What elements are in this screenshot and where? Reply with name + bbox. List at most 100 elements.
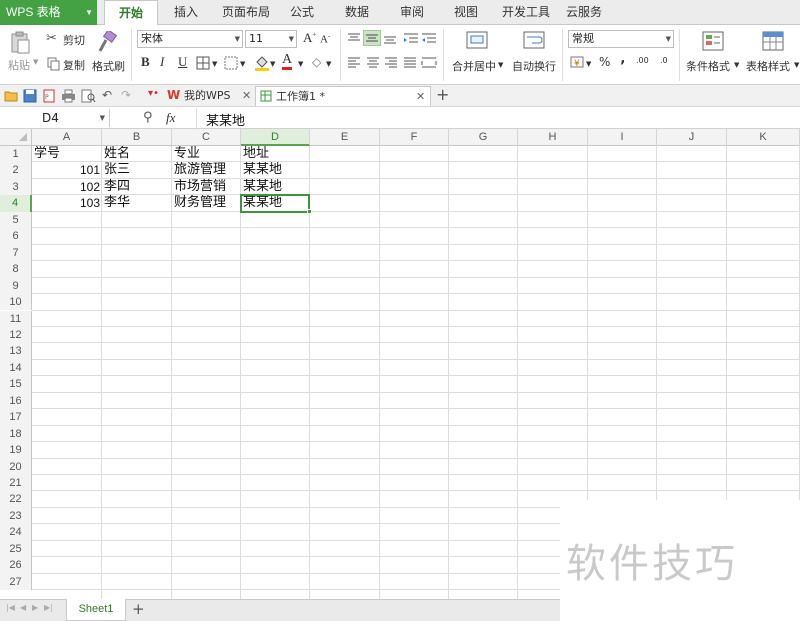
row-header-13[interactable]: 13: [0, 343, 32, 360]
distributed-icon[interactable]: [421, 57, 437, 69]
menu-home[interactable]: 开始: [104, 0, 159, 26]
align-right-icon[interactable]: [384, 57, 398, 69]
column-header-d[interactable]: D: [241, 129, 310, 146]
percent-button[interactable]: %: [599, 55, 610, 69]
menu-data[interactable]: 数据: [345, 0, 369, 25]
prev-sheet-icon[interactable]: ◀: [20, 603, 26, 612]
tab-my-wps[interactable]: W 我的WPS ✕: [164, 86, 254, 106]
next-sheet-icon[interactable]: ▶: [32, 603, 38, 612]
format-painter-button[interactable]: 格式刷: [90, 29, 126, 81]
justify-icon[interactable]: [403, 57, 417, 69]
font-name-select[interactable]: 宋体 ▼: [137, 30, 243, 48]
cell-c1[interactable]: 专业: [172, 146, 241, 162]
insert-function-button[interactable]: fx: [166, 110, 175, 126]
decrease-font-icon[interactable]: A-: [320, 32, 330, 46]
close-icon[interactable]: ✕: [416, 87, 425, 106]
column-header-f[interactable]: F: [380, 129, 449, 146]
row-header-19[interactable]: 19: [0, 442, 32, 459]
cell-c2[interactable]: 旅游管理: [172, 162, 241, 178]
cell-d2[interactable]: 某某地: [241, 162, 310, 178]
row-header-16[interactable]: 16: [0, 392, 32, 410]
row-header-26[interactable]: 26: [0, 557, 32, 574]
currency-icon[interactable]: ¥: [570, 55, 586, 71]
align-top-icon[interactable]: [347, 33, 361, 45]
column-header-c[interactable]: C: [172, 129, 241, 146]
cell-a3[interactable]: 102: [32, 179, 102, 195]
underline-button[interactable]: U: [178, 54, 187, 70]
cell-c3[interactable]: 市场营销: [172, 179, 241, 195]
align-bottom-icon[interactable]: [383, 33, 397, 45]
menu-developer[interactable]: 开发工具: [502, 0, 550, 25]
increase-font-icon[interactable]: A+: [303, 30, 316, 46]
paste-button[interactable]: 粘贴: [8, 29, 32, 81]
column-header-g[interactable]: G: [449, 129, 518, 146]
column-header-a[interactable]: A: [32, 129, 102, 146]
fill-handle[interactable]: [307, 208, 312, 214]
customize-toolbar-icon[interactable]: ▾•: [148, 88, 159, 99]
borders-icon[interactable]: [196, 56, 212, 70]
indent-decrease-icon[interactable]: [403, 32, 419, 46]
row-header-27[interactable]: 27: [0, 573, 32, 591]
menu-insert[interactable]: 插入: [174, 0, 198, 25]
add-sheet-button[interactable]: +: [132, 600, 145, 618]
new-tab-button[interactable]: +: [436, 85, 449, 104]
cell-b2[interactable]: 张三: [102, 162, 172, 178]
cell-d3[interactable]: 某某地: [241, 179, 310, 195]
row-header-3[interactable]: 3: [0, 178, 32, 196]
row-header-25[interactable]: 25: [0, 540, 32, 558]
first-sheet-icon[interactable]: |◀: [6, 603, 15, 612]
formula-input[interactable]: 某某地: [206, 110, 245, 129]
select-all-corner[interactable]: [0, 129, 32, 146]
export-pdf-icon[interactable]: P: [42, 89, 56, 103]
row-header-4[interactable]: 4: [0, 195, 32, 212]
fill-color-icon[interactable]: [254, 55, 270, 71]
font-color-button[interactable]: A: [282, 53, 293, 70]
save-icon[interactable]: [23, 89, 37, 103]
clear-format-icon[interactable]: ◇: [312, 55, 321, 69]
cell-a2[interactable]: 101: [32, 162, 102, 178]
table-style-button[interactable]: 表格样式 ▼: [744, 29, 800, 81]
print-icon[interactable]: [61, 89, 76, 103]
align-left-icon[interactable]: [347, 57, 361, 69]
cell-d1[interactable]: 地址: [241, 146, 310, 162]
row-header-8[interactable]: 8: [0, 261, 32, 278]
cell-b4[interactable]: 李华: [102, 195, 172, 211]
column-header-h[interactable]: H: [518, 129, 588, 146]
name-box[interactable]: D4 ▼: [0, 109, 110, 127]
cut-button[interactable]: ✂ 剪切: [46, 31, 90, 47]
row-header-5[interactable]: 5: [0, 211, 32, 229]
column-header-b[interactable]: B: [102, 129, 172, 146]
row-header-1[interactable]: 1: [0, 146, 32, 163]
menu-page-layout[interactable]: 页面布局: [222, 0, 270, 25]
row-header-18[interactable]: 18: [0, 425, 32, 443]
cell-a4[interactable]: 103: [32, 195, 102, 211]
cell-b1[interactable]: 姓名: [102, 146, 172, 162]
row-header-2[interactable]: 2: [0, 162, 32, 179]
align-middle-button[interactable]: [363, 30, 381, 46]
column-header-k[interactable]: K: [727, 129, 800, 146]
menu-view[interactable]: 视图: [454, 0, 478, 25]
cell-c4[interactable]: 财务管理: [172, 195, 241, 211]
comma-button[interactable]: ‚: [620, 51, 625, 67]
redo-icon[interactable]: ↷: [121, 88, 131, 102]
cell-a1[interactable]: 学号: [32, 146, 102, 162]
zoom-search-icon[interactable]: ⚲: [143, 110, 153, 125]
conditional-format-button[interactable]: 条件格式 ▼: [684, 29, 740, 81]
tab-workbook[interactable]: 工作簿1 * ✕: [255, 86, 431, 106]
cell-style-icon[interactable]: [224, 56, 240, 70]
last-sheet-icon[interactable]: ▶|: [44, 603, 53, 612]
number-format-select[interactable]: 常规 ▼: [568, 30, 674, 48]
row-header-7[interactable]: 7: [0, 244, 32, 262]
bold-button[interactable]: B: [141, 54, 150, 70]
italic-button[interactable]: I: [160, 54, 164, 70]
row-header-9[interactable]: 9: [0, 277, 32, 295]
menu-cloud[interactable]: 云服务: [566, 0, 602, 25]
menu-formulas[interactable]: 公式: [290, 0, 314, 25]
row-header-15[interactable]: 15: [0, 376, 32, 393]
open-folder-icon[interactable]: [4, 89, 19, 102]
wrap-text-button[interactable]: 自动换行: [511, 29, 561, 81]
column-header-i[interactable]: I: [588, 129, 657, 146]
print-preview-icon[interactable]: [81, 89, 96, 103]
row-header-20[interactable]: 20: [0, 458, 32, 475]
menu-review[interactable]: 审阅: [400, 0, 424, 25]
